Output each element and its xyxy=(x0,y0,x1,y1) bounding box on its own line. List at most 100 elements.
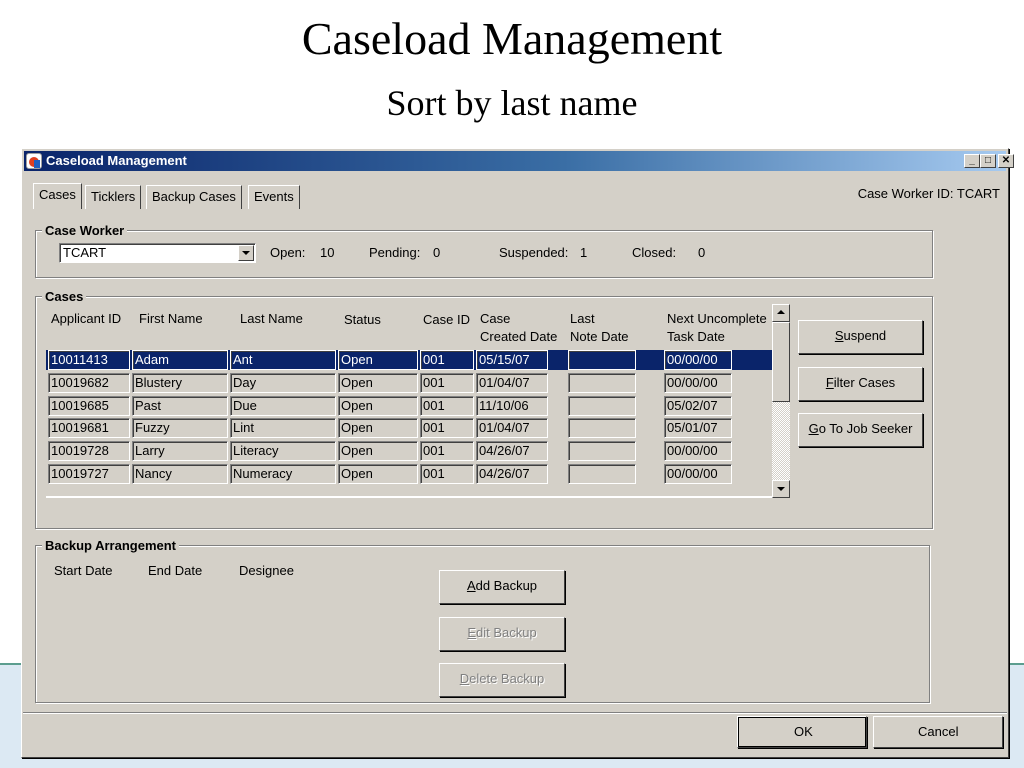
cell-last-name[interactable]: Literacy xyxy=(230,441,336,461)
edit-label: dit Backup xyxy=(475,625,537,640)
delete-label: elete Backup xyxy=(469,671,545,686)
ok-button[interactable]: OK xyxy=(737,716,867,748)
cases-scrollbar[interactable] xyxy=(772,304,790,498)
cell-last-name[interactable]: Numeracy xyxy=(230,464,336,484)
scroll-up-icon[interactable] xyxy=(772,304,790,322)
cancel-button[interactable]: Cancel xyxy=(873,716,1003,748)
table-bottom-edge xyxy=(46,496,772,498)
header-start-date[interactable]: Start Date xyxy=(54,562,113,580)
filter-cases-button[interactable]: Filter Cases xyxy=(798,367,923,401)
cell-next-task[interactable]: 00/00/00 xyxy=(664,350,732,370)
scroll-down-icon[interactable] xyxy=(772,480,790,498)
cell-next-task[interactable]: 00/00/00 xyxy=(664,464,732,484)
cell-last-name[interactable]: Due xyxy=(230,396,336,416)
cell-case-id[interactable]: 001 xyxy=(420,464,474,484)
cell-applicant-id[interactable]: 10019685 xyxy=(48,396,130,416)
cell-case-id[interactable]: 001 xyxy=(420,373,474,393)
cell-first-name[interactable]: Nancy xyxy=(132,464,228,484)
cell-case-id[interactable]: 001 xyxy=(420,350,474,370)
cell-applicant-id[interactable]: 10019728 xyxy=(48,441,130,461)
slide-subtitle: Sort by last name xyxy=(386,83,638,123)
add-backup-button[interactable]: Add Backup xyxy=(439,570,565,604)
suspend-button[interactable]: Suspend xyxy=(798,320,923,354)
header-first-name[interactable]: First Name xyxy=(139,310,203,328)
cell-last-note[interactable] xyxy=(568,396,636,416)
cell-next-task[interactable]: 00/00/00 xyxy=(664,373,732,393)
window-titlebar[interactable]: Caseload Management _ □ ✕ xyxy=(24,151,1014,171)
scroll-thumb[interactable] xyxy=(772,322,790,402)
cell-last-note[interactable] xyxy=(568,418,636,438)
open-value: 10 xyxy=(320,245,335,260)
cell-last-name[interactable]: Ant xyxy=(230,350,336,370)
cases-group-label: Cases xyxy=(42,289,87,304)
cell-created[interactable]: 11/10/06 xyxy=(476,396,548,416)
cell-status[interactable]: Open xyxy=(338,373,418,393)
header-next-task-line2[interactable]: Task Date xyxy=(667,328,725,346)
cell-last-name[interactable]: Day xyxy=(230,373,336,393)
maximize-button[interactable]: □ xyxy=(980,154,996,168)
filter-accel: F xyxy=(825,375,834,390)
delete-accel: D xyxy=(459,671,470,686)
header-end-date[interactable]: End Date xyxy=(148,562,202,580)
header-case-id[interactable]: Case ID xyxy=(423,311,470,329)
header-last-name[interactable]: Last Name xyxy=(240,310,303,328)
cell-last-note[interactable] xyxy=(568,464,636,484)
add-accel: A xyxy=(466,578,476,593)
cell-first-name[interactable]: Blustery xyxy=(132,373,228,393)
cell-created[interactable]: 04/26/07 xyxy=(476,464,548,484)
cell-created[interactable]: 01/04/07 xyxy=(476,418,548,438)
header-applicant-id[interactable]: Applicant ID xyxy=(51,310,121,328)
footer-separator xyxy=(23,712,1007,713)
cell-status[interactable]: Open xyxy=(338,396,418,416)
tab-events[interactable]: Events xyxy=(248,185,300,209)
go-to-job-seeker-button[interactable]: Go To Job Seeker xyxy=(798,413,923,447)
cell-next-task[interactable]: 00/00/00 xyxy=(664,441,732,461)
edit-backup-button[interactable]: Edit Backup xyxy=(439,617,565,651)
cell-applicant-id[interactable]: 10011413 xyxy=(48,350,130,370)
cell-status[interactable]: Open xyxy=(338,441,418,461)
closed-label: Closed: xyxy=(632,245,677,260)
cell-last-note[interactable] xyxy=(568,441,636,461)
cell-last-note[interactable] xyxy=(568,373,636,393)
header-last-note-line2[interactable]: Note Date xyxy=(570,328,629,346)
cell-next-task[interactable]: 05/02/07 xyxy=(664,396,732,416)
header-next-task-line1[interactable]: Next Uncomplete xyxy=(667,310,767,328)
header-case-created-line2[interactable]: Created Date xyxy=(480,328,557,346)
suspended-label: Suspended: xyxy=(499,245,569,260)
case-worker-group-label: Case Worker xyxy=(42,223,128,238)
cell-applicant-id[interactable]: 10019727 xyxy=(48,464,130,484)
cell-case-id[interactable]: 001 xyxy=(420,441,474,461)
edit-accel: E xyxy=(467,625,476,640)
cell-status[interactable]: Open xyxy=(338,418,418,438)
close-button[interactable]: ✕ xyxy=(998,154,1014,168)
header-status[interactable]: Status xyxy=(344,311,381,329)
cell-status[interactable]: Open xyxy=(338,350,418,370)
delete-backup-button[interactable]: Delete Backup xyxy=(439,663,565,697)
tab-backup-cases[interactable]: Backup Cases xyxy=(146,185,242,209)
cell-last-name[interactable]: Lint xyxy=(230,418,336,438)
chevron-down-icon[interactable] xyxy=(238,245,254,261)
cell-status[interactable]: Open xyxy=(338,464,418,484)
header-last-note-line1[interactable]: Last xyxy=(570,310,595,328)
cell-next-task[interactable]: 05/01/07 xyxy=(664,418,732,438)
cell-case-id[interactable]: 001 xyxy=(420,396,474,416)
suspend-accel: S xyxy=(834,328,844,343)
case-worker-select[interactable]: TCART xyxy=(59,243,256,263)
cell-first-name[interactable]: Past xyxy=(132,396,228,416)
cell-case-id[interactable]: 001 xyxy=(420,418,474,438)
cell-first-name[interactable]: Adam xyxy=(132,350,228,370)
cell-created[interactable]: 05/15/07 xyxy=(476,350,548,370)
cell-first-name[interactable]: Fuzzy xyxy=(132,418,228,438)
minimize-button[interactable]: _ xyxy=(964,154,980,168)
pending-value: 0 xyxy=(433,245,441,260)
cell-last-note[interactable] xyxy=(568,350,636,370)
cell-created[interactable]: 04/26/07 xyxy=(476,441,548,461)
cell-applicant-id[interactable]: 10019682 xyxy=(48,373,130,393)
cell-first-name[interactable]: Larry xyxy=(132,441,228,461)
tab-ticklers[interactable]: Ticklers xyxy=(85,185,142,209)
tab-cases[interactable]: Cases xyxy=(33,183,82,209)
cell-applicant-id[interactable]: 10019681 xyxy=(48,418,130,438)
header-designee[interactable]: Designee xyxy=(239,562,294,580)
cell-created[interactable]: 01/04/07 xyxy=(476,373,548,393)
header-case-created-line1[interactable]: Case xyxy=(480,310,510,328)
